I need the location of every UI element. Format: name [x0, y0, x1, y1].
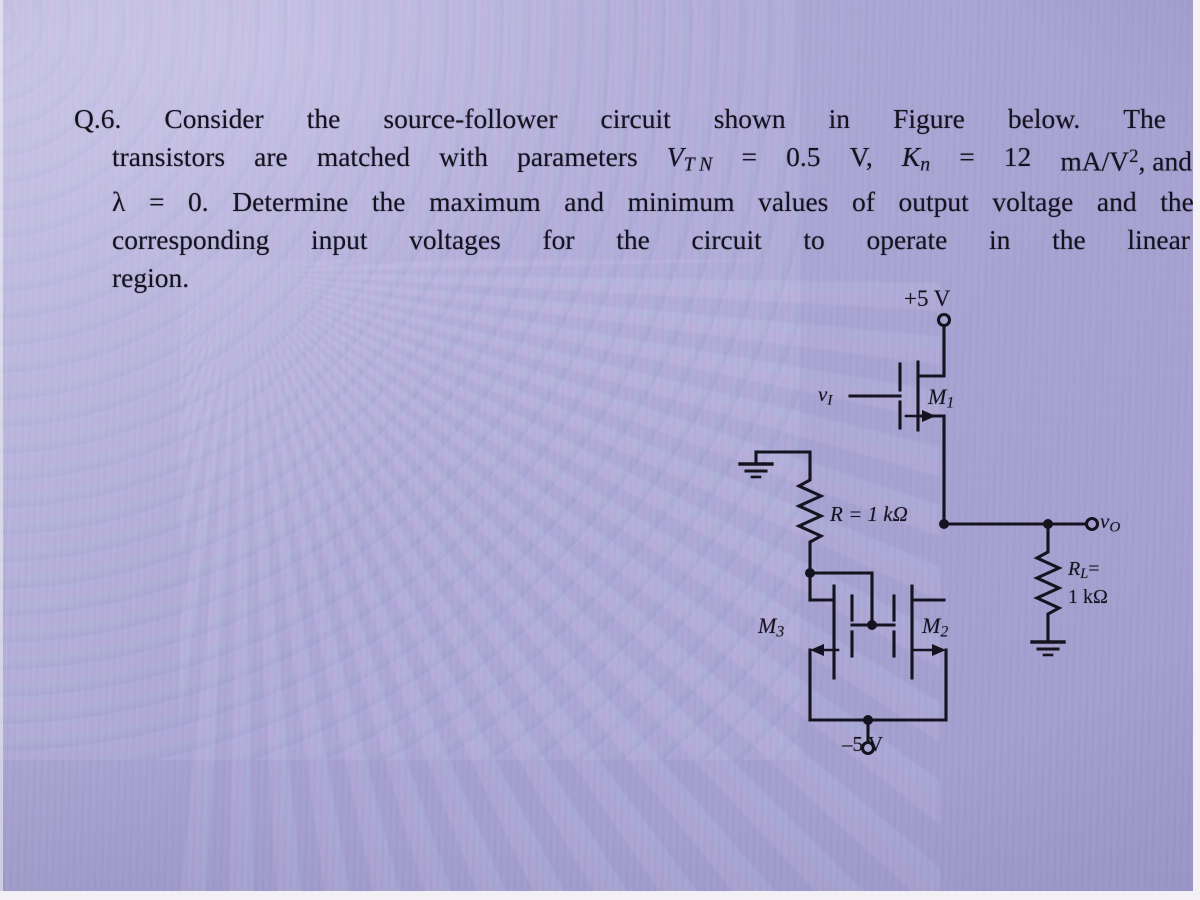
resistor-r-body	[795, 472, 825, 575]
question-line-1: Q.6. Consider the source-follower circui…	[74, 100, 1166, 138]
q4-w5: the	[616, 224, 650, 256]
q4-w3: voltages	[409, 224, 501, 256]
input-label: vI	[818, 382, 832, 409]
param-kn-equals: =	[959, 141, 975, 172]
q1-w6: in	[828, 103, 851, 134]
param-vtn-unit: V,	[849, 141, 873, 172]
q2-w1: transistors	[112, 141, 226, 172]
param-vtn-value: 0.5	[786, 141, 821, 172]
q3-w6: values	[758, 186, 829, 218]
circuit-diagram: +5 V –5 V vI vO M1 M2 M3 R = 1 kΩ RL= 1 …	[700, 280, 1140, 800]
rl-symbol: R	[1068, 558, 1081, 580]
question-line-4: corresponding input voltages for the cir…	[74, 221, 1190, 259]
q4-w7: to	[803, 224, 825, 256]
question-line-3: λ = 0. Determine the maximum and minimum…	[74, 183, 1194, 221]
output-terminal-icon	[1084, 516, 1100, 532]
q3-w11: the	[1160, 186, 1194, 218]
q4-w10: the	[1052, 224, 1086, 256]
input-label-symbol: v	[818, 382, 828, 406]
resistor-rl-body	[1033, 522, 1063, 644]
output-label-symbol: v	[1100, 509, 1110, 533]
wire-vdd-to-m1-drain	[916, 324, 946, 378]
param-vtn-symbol: V	[666, 141, 684, 172]
rl-value: 1 kΩ	[1068, 586, 1108, 609]
q1-w5: shown	[713, 103, 786, 134]
m1-symbol: M	[928, 384, 947, 409]
q3-w10: and	[1096, 186, 1137, 218]
supply-negative-label: –5 V	[842, 732, 884, 756]
lambda-symbol: λ	[112, 186, 126, 218]
question-text-block: Q.6. Consider the source-follower circui…	[74, 100, 1194, 297]
q3-w4: and	[564, 186, 604, 218]
param-kn-unit-text: mA/V	[1060, 145, 1130, 177]
page-edge-left	[0, 0, 3, 900]
param-kn-value: 12	[1003, 141, 1032, 172]
lambda-equals: =	[148, 186, 165, 218]
q4-w1: corresponding	[112, 224, 270, 256]
question-number: Q.6.	[74, 103, 122, 134]
q2-w4: with	[439, 141, 488, 172]
q3-w7: of	[851, 186, 875, 218]
param-kn-subscript: n	[920, 153, 931, 176]
q5-w1: region.	[112, 262, 190, 294]
m3-subscript: 3	[776, 623, 785, 641]
m2-symbol: M	[922, 613, 941, 638]
question-line-2: transistors are matched with parameters …	[74, 138, 1192, 183]
param-kn: Kn	[902, 138, 930, 183]
param-vtn-subscript: T N	[683, 153, 713, 176]
m3-source-arrow-head	[810, 644, 824, 656]
q3-w2: the	[371, 186, 406, 218]
q3-w9: voltage	[992, 186, 1074, 218]
param-kn-tail: , and	[1138, 145, 1192, 177]
transistor-m3-label: M3	[758, 613, 784, 641]
q1-w3: source-follower	[383, 103, 558, 134]
transistor-m2-label: M2	[922, 613, 948, 641]
page-edge-right	[1193, 0, 1200, 900]
param-vtn-equals: =	[741, 141, 757, 172]
lambda-value: 0.	[188, 186, 209, 218]
q4-w6: circuit	[691, 224, 762, 256]
param-vtn: VT N	[667, 138, 713, 183]
q4-w2: input	[310, 224, 368, 256]
output-label: vO	[1100, 509, 1120, 536]
param-kn-unit: mA/V2, and	[1060, 138, 1192, 183]
q4-w8: operate	[866, 224, 948, 256]
circuit-schematic-svg	[738, 312, 1100, 756]
resistor-rl-label: RL= 1 kΩ	[1068, 558, 1108, 609]
supply-positive-terminal-icon	[936, 312, 952, 328]
m2-source-arrow-head	[932, 644, 946, 656]
q2-w3: matched	[316, 141, 410, 172]
q2-w2: are	[254, 141, 288, 172]
supply-positive-label: +5 V	[904, 286, 951, 311]
q1-w2: the	[306, 103, 341, 134]
q1-w9: The	[1123, 103, 1166, 134]
q3-w8: output	[898, 186, 969, 218]
param-kn-symbol: K	[901, 141, 921, 172]
page-edge-bottom	[0, 891, 1200, 900]
q4-w9: in	[989, 224, 1011, 256]
q4-w11: linear	[1127, 224, 1190, 256]
resistor-r-label: R = 1 kΩ	[830, 502, 908, 526]
q1-w7: Figure	[893, 103, 965, 134]
q1-w4: circuit	[600, 103, 671, 134]
transistor-m1-label: M1	[928, 384, 954, 412]
rl-equals: =	[1088, 558, 1100, 580]
input-label-subscript: I	[827, 392, 833, 409]
q4-w4: for	[542, 224, 575, 256]
output-label-subscript: O	[1109, 519, 1121, 536]
q1-w8: below.	[1007, 103, 1081, 134]
q2-w5: parameters	[517, 141, 638, 172]
q3-w5: minimum	[627, 186, 735, 218]
photographed-screen-page: Q.6. Consider the source-follower circui…	[0, 0, 1200, 900]
q3-w3: maximum	[429, 186, 541, 218]
q3-w1: Determine	[232, 186, 349, 218]
m3-symbol: M	[758, 613, 777, 638]
q1-w1: Consider	[164, 103, 264, 134]
m1-subscript: 1	[946, 394, 955, 412]
m2-subscript: 2	[940, 623, 949, 641]
